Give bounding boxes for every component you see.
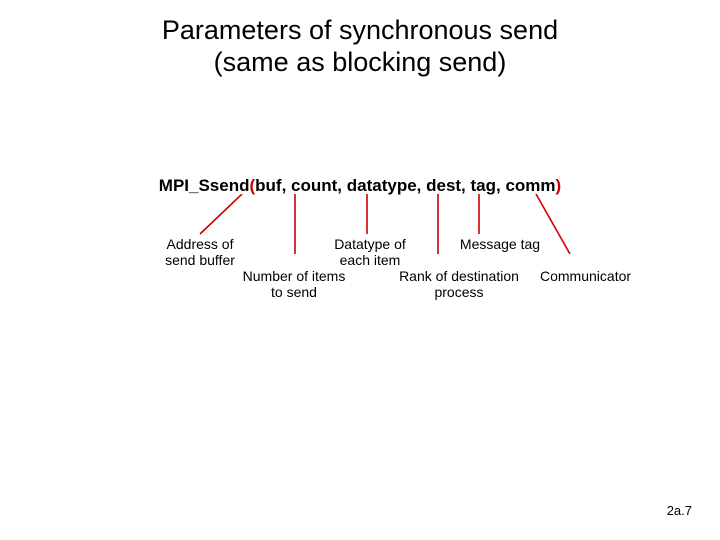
label-dest: Rank of destination process: [374, 268, 544, 300]
fn-name: MPI_Ssend: [159, 176, 250, 195]
label-datatype: Datatype of each item: [310, 236, 430, 268]
paren-close: ): [556, 176, 562, 195]
function-signature: MPI_Ssend(buf, count, datatype, dest, ta…: [0, 176, 720, 196]
title-line2: (same as blocking send): [214, 47, 507, 77]
title-line1: Parameters of synchronous send: [162, 15, 558, 45]
label-tag: Message tag: [440, 236, 560, 252]
label-comm: Communicator: [540, 268, 670, 284]
label-count: Number of items to send: [214, 268, 374, 300]
fn-args: buf, count, datatype, dest, tag, comm: [255, 176, 555, 195]
label-buf: Address of send buffer: [130, 236, 270, 268]
page-number: 2a.7: [667, 503, 692, 518]
slide-title: Parameters of synchronous send (same as …: [0, 14, 720, 79]
